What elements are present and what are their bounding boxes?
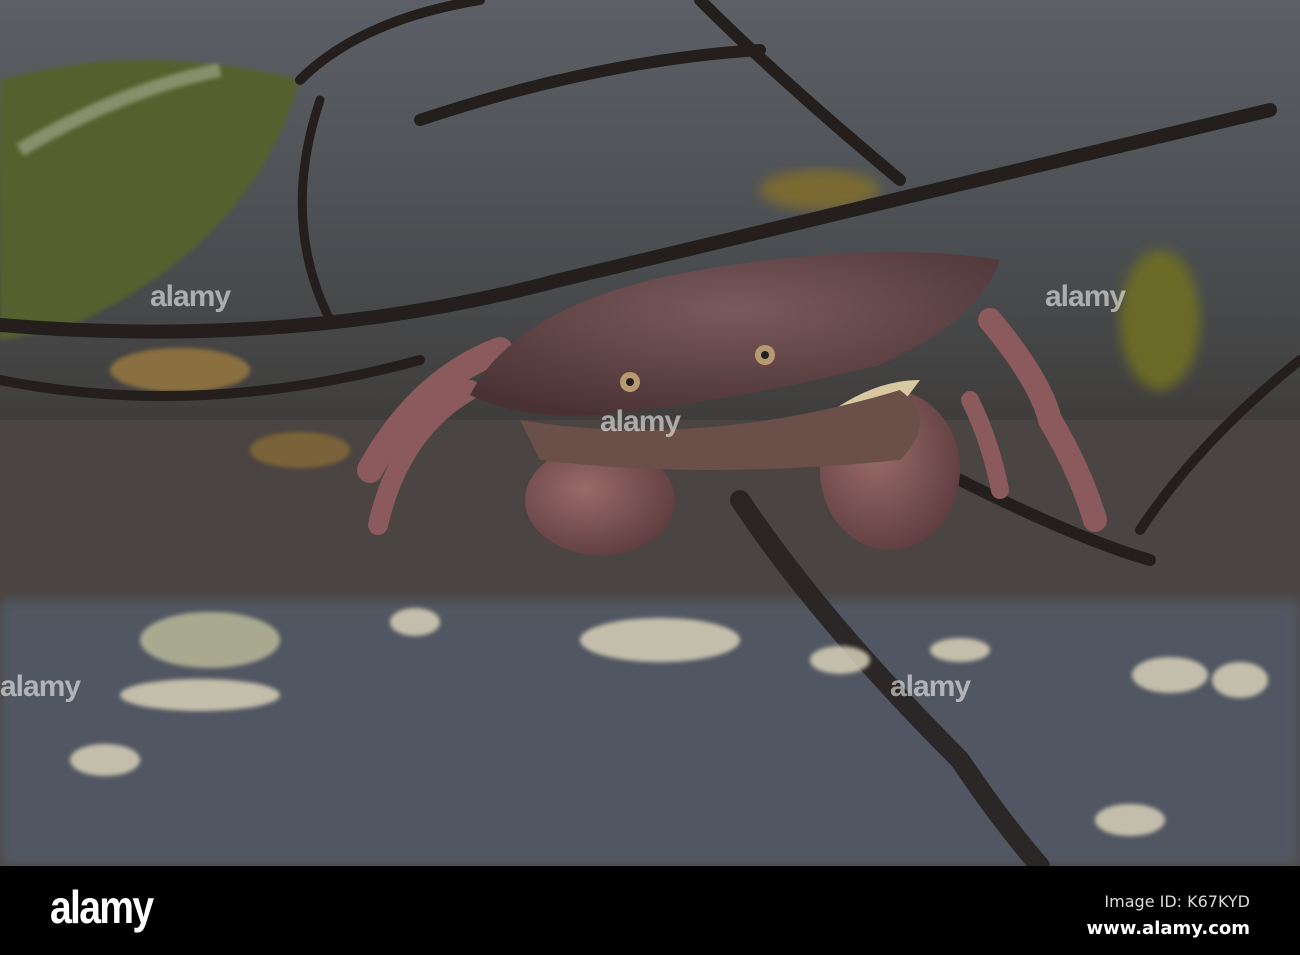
watermark: alamy	[1045, 280, 1126, 313]
watermark: alamy	[150, 280, 231, 313]
site-url: www.alamy.com	[1086, 918, 1250, 939]
crab-photo: alamy alamy alamy alamy alamy	[0, 0, 1300, 866]
footer-bar: alamy Image ID: K67KYD www.alamy.com	[0, 866, 1300, 955]
alamy-logo: alamy	[50, 881, 154, 933]
image-id: Image ID: K67KYD	[1104, 892, 1250, 911]
watermark: alamy	[890, 670, 971, 703]
watermark: alamy	[0, 670, 81, 703]
watermark: alamy	[600, 405, 681, 438]
